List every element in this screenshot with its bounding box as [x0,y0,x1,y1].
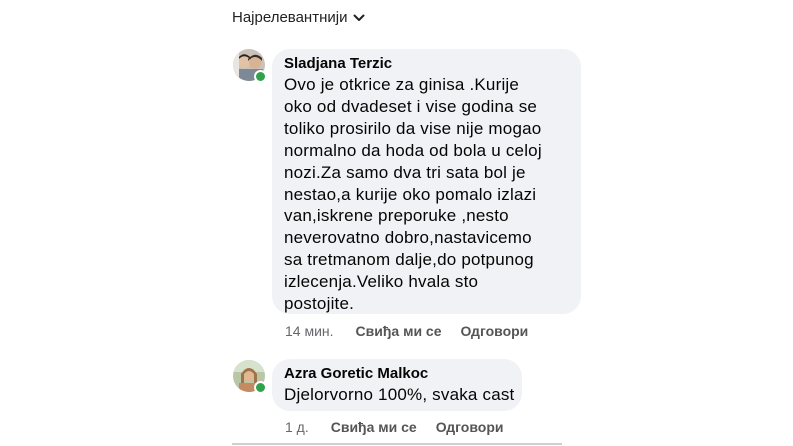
comment-line: nozi.Za samo dva tri sata bol je [284,162,526,182]
chevron-down-icon [353,14,365,21]
comment-line: oko od dvadeset i vise godina se [284,96,538,116]
comment-timestamp[interactable]: 14 мин. [285,323,334,339]
reply-button[interactable]: Одговори [461,323,529,339]
like-button[interactable]: Свиђа ми се [331,419,417,435]
sort-dropdown[interactable]: Најрелевантнији [232,9,365,26]
sort-label: Најрелевантнији [232,9,348,26]
comment-line: neverovatno dobro,nastavicemo [284,228,532,248]
comment-author[interactable]: Sladjana Terzic [284,55,569,72]
comment-line: toliko prosirilo da vise nije mogao [284,118,542,138]
comment-actions: 1 д. Свиђа ми се Одговори [285,419,503,435]
comment-text: Ovo je otkrice za ginisa .Kurije oko od … [284,74,569,315]
comment-line: Djelorvorno 100%, svaka cast [284,385,515,404]
comment-line: izlecenja.Veliko hvala sto [284,272,479,292]
avatar[interactable] [233,49,267,83]
comment-line: nestao,a kurije oko pomalo izlazi [284,184,537,204]
comment-bubble: Sladjana Terzic Ovo je otkrice za ginisa… [272,49,581,314]
comment-line: van,iskrene preporuke ,nesto [284,206,509,226]
reply-button[interactable]: Одговори [436,419,504,435]
comment-line: sa tretmanom dalje,do potpunog [284,250,534,270]
divider [232,443,562,445]
avatar[interactable] [233,360,267,394]
comment-line: normalno da hoda od bola u celoj [284,140,542,160]
comment-author[interactable]: Azra Goretic Malkoc [284,365,510,382]
comment-text: Djelorvorno 100%, svaka cast [284,384,515,406]
comment-actions: 14 мин. Свиђа ми се Одговори [285,323,528,339]
online-status-dot [254,70,267,83]
comment-line: Ovo je otkrice za ginisa .Kurije [284,75,520,94]
comment-bubble: Azra Goretic Malkoc Djelorvorno 100%, sv… [272,359,522,411]
like-button[interactable]: Свиђа ми се [356,323,442,339]
comment-line: postojite. [284,294,355,314]
comment-timestamp[interactable]: 1 д. [285,419,309,435]
online-status-dot [254,381,267,394]
